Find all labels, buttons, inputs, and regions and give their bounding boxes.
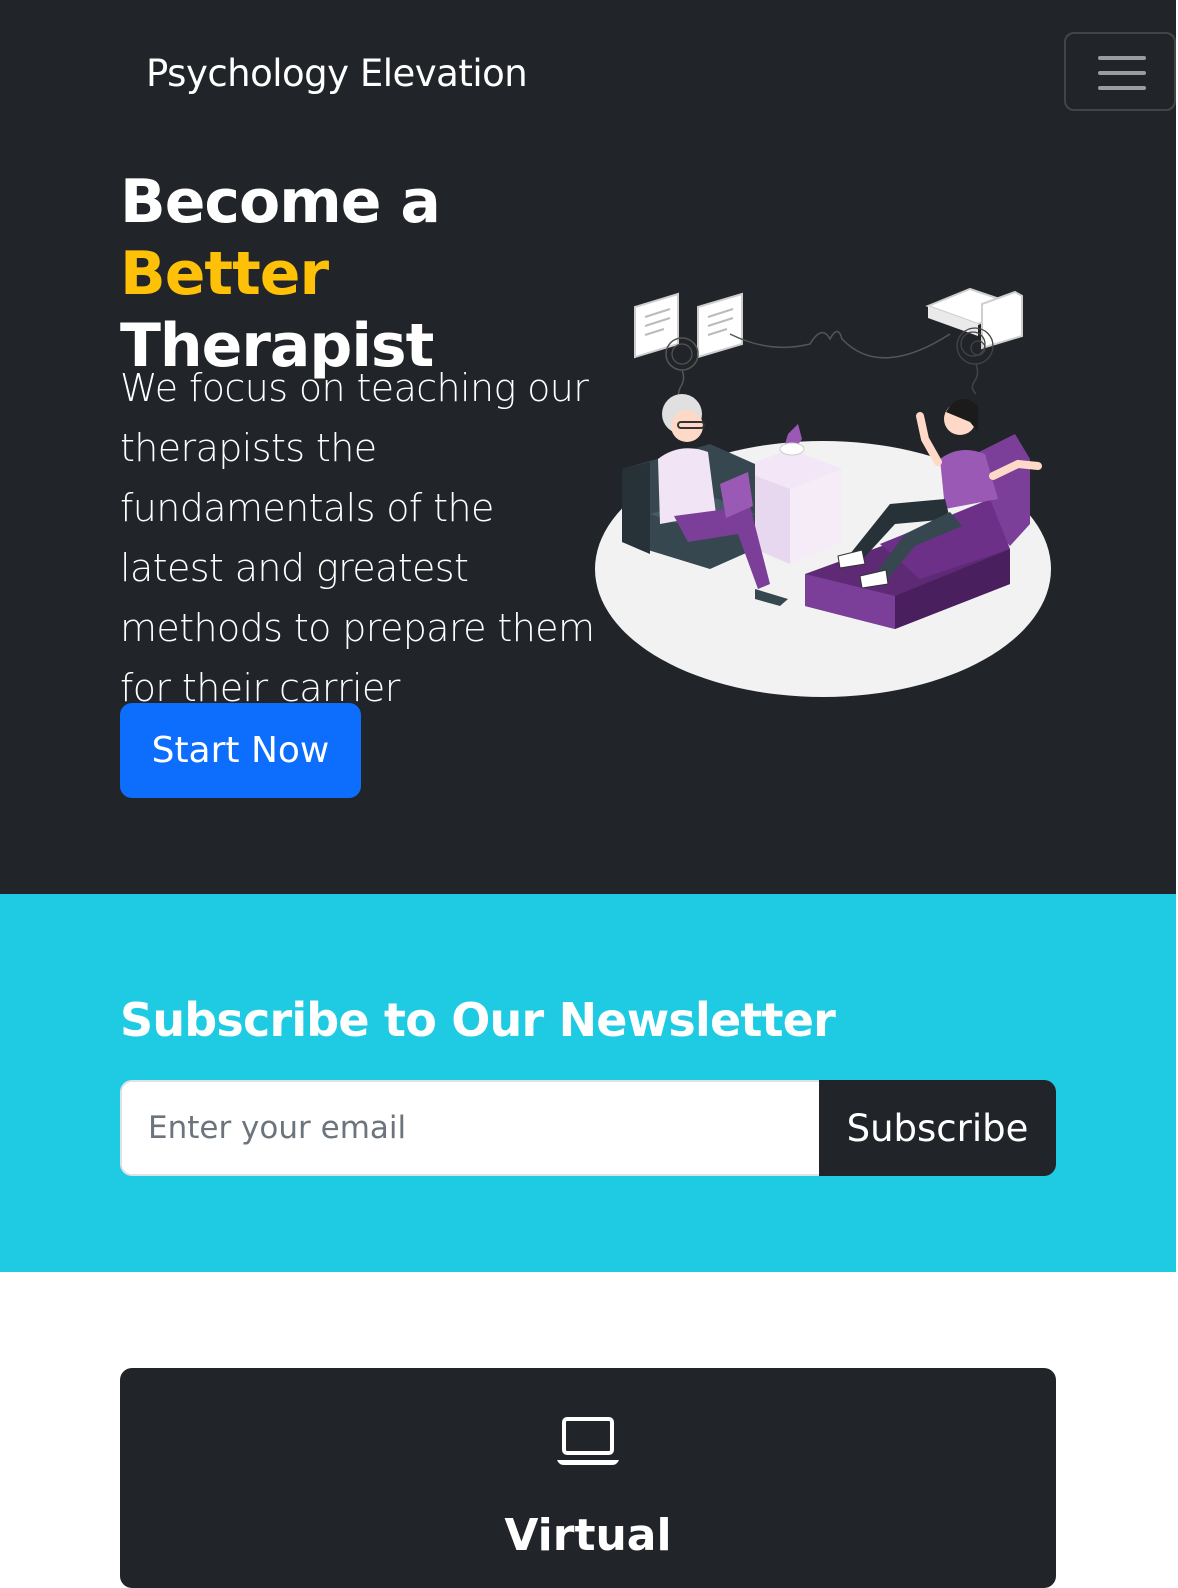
start-now-button[interactable]: Start Now	[120, 703, 361, 798]
feature-card-virtual: Virtual	[120, 1368, 1056, 1588]
feature-card-title: Virtual	[504, 1510, 672, 1561]
navbar: Psychology Elevation	[0, 0, 1176, 144]
hero-section: Become a Better Therapist We focus on tea…	[0, 144, 1176, 894]
navbar-brand[interactable]: Psychology Elevation	[146, 50, 528, 98]
email-field[interactable]	[120, 1080, 820, 1176]
hero-title-prefix: Become a	[120, 167, 441, 237]
hero-title-accent: Better	[120, 239, 329, 309]
therapy-session-illustration	[595, 287, 1051, 697]
hero-lead-text: We focus on teaching our therapists the …	[120, 366, 595, 710]
newsletter-section: Subscribe to Our Newsletter Subscribe	[0, 894, 1176, 1272]
navbar-toggler-button[interactable]	[1064, 32, 1176, 111]
certificate-icon	[634, 292, 743, 359]
hero-title: Become a Better Therapist	[120, 166, 640, 382]
laptop-icon	[557, 1417, 619, 1465]
newsletter-title: Subscribe to Our Newsletter	[120, 993, 836, 1047]
subscribe-button[interactable]: Subscribe	[819, 1080, 1056, 1176]
